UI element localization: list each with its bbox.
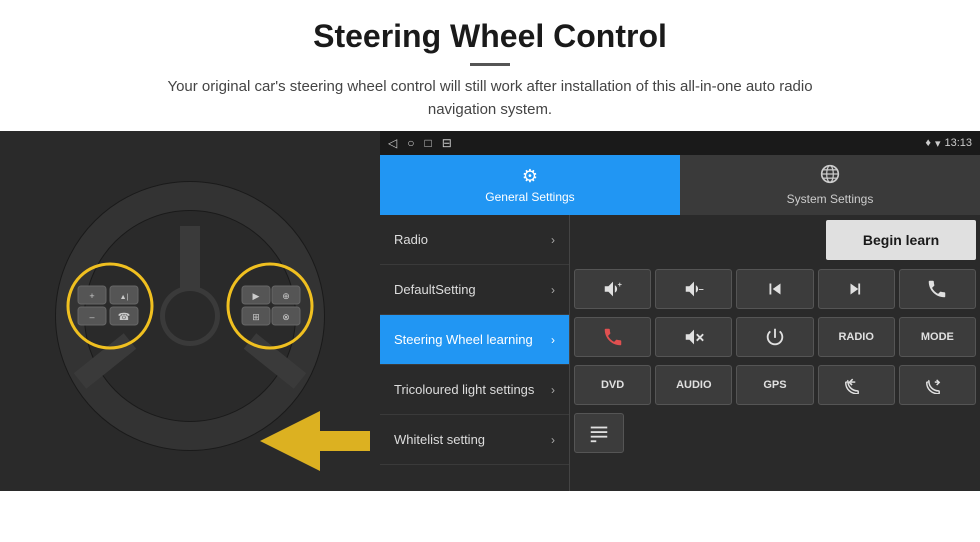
svg-text:+: + bbox=[617, 280, 621, 289]
back-nav-icon[interactable]: ◁ bbox=[388, 136, 397, 150]
chevron-icon: › bbox=[551, 433, 555, 447]
phone-next-button[interactable] bbox=[899, 365, 976, 405]
chevron-icon: › bbox=[551, 383, 555, 397]
list-button[interactable] bbox=[574, 413, 624, 453]
phone-prev-button[interactable] bbox=[818, 365, 895, 405]
menu-item-whitelist[interactable]: Whitelist setting › bbox=[380, 415, 569, 465]
call-end-button[interactable] bbox=[574, 317, 651, 357]
svg-text:⊗: ⊗ bbox=[282, 312, 290, 322]
svg-text:⊕: ⊕ bbox=[282, 291, 290, 301]
svg-text:–: – bbox=[89, 312, 94, 322]
menu-nav-icon[interactable]: ⊟ bbox=[442, 136, 452, 150]
mode-button[interactable]: MODE bbox=[899, 317, 976, 357]
menu-default-label: DefaultSetting bbox=[394, 282, 476, 297]
location-icon: ♦ bbox=[925, 137, 931, 149]
android-unit-panel: ◁ ○ □ ⊟ ♦ ▾ 13:13 ⚙ General Settings bbox=[380, 131, 980, 491]
status-time: 13:13 bbox=[944, 137, 972, 149]
recent-nav-icon[interactable]: □ bbox=[424, 136, 431, 150]
power-button[interactable] bbox=[736, 317, 813, 357]
page-title: Steering Wheel Control bbox=[20, 18, 960, 55]
settings-menu: Radio › DefaultSetting › Steering Wheel … bbox=[380, 215, 570, 491]
controls-row-1: + – bbox=[570, 265, 980, 313]
menu-item-steering[interactable]: Steering Wheel learning › bbox=[380, 315, 569, 365]
title-divider bbox=[470, 63, 510, 66]
next-track-button[interactable] bbox=[818, 269, 895, 309]
phone-button[interactable] bbox=[899, 269, 976, 309]
menu-item-default[interactable]: DefaultSetting › bbox=[380, 265, 569, 315]
steering-wheel-svg: + – ▲| ☎ ▶ ⊞ ⊕ ⊗ bbox=[0, 131, 380, 491]
svg-text:+: + bbox=[89, 291, 94, 301]
gps-button[interactable]: GPS bbox=[736, 365, 813, 405]
tab-general-settings[interactable]: ⚙ General Settings bbox=[380, 155, 680, 215]
svg-text:⊞: ⊞ bbox=[252, 312, 260, 322]
chevron-icon: › bbox=[551, 283, 555, 297]
wifi-icon: ▾ bbox=[935, 137, 941, 150]
tab-system-label: System Settings bbox=[787, 192, 874, 206]
dvd-button[interactable]: DVD bbox=[574, 365, 651, 405]
mute-button[interactable] bbox=[655, 317, 732, 357]
menu-item-radio[interactable]: Radio › bbox=[380, 215, 569, 265]
vol-down-button[interactable]: – bbox=[655, 269, 732, 309]
main-content: + – ▲| ☎ ▶ ⊞ ⊕ ⊗ ◁ ○ bbox=[0, 131, 980, 491]
chevron-icon: › bbox=[551, 333, 555, 347]
controls-row-4 bbox=[570, 409, 980, 457]
svg-text:▶: ▶ bbox=[253, 291, 260, 301]
vol-up-button[interactable]: + bbox=[574, 269, 651, 309]
nav-buttons: ◁ ○ □ ⊟ bbox=[388, 136, 452, 150]
radio-button[interactable]: RADIO bbox=[818, 317, 895, 357]
steering-wheel-image: + – ▲| ☎ ▶ ⊞ ⊕ ⊗ bbox=[0, 131, 380, 491]
tab-system-settings[interactable]: System Settings bbox=[680, 155, 980, 215]
begin-learn-row: Begin learn bbox=[570, 215, 980, 265]
controls-area: Begin learn + – bbox=[570, 215, 980, 491]
chevron-icon: › bbox=[551, 233, 555, 247]
svg-text:☎: ☎ bbox=[118, 312, 130, 323]
svg-text:▲|: ▲| bbox=[120, 294, 129, 301]
begin-learn-button[interactable]: Begin learn bbox=[826, 220, 976, 260]
home-nav-icon[interactable]: ○ bbox=[407, 136, 414, 150]
settings-panel: Radio › DefaultSetting › Steering Wheel … bbox=[380, 215, 980, 491]
menu-radio-label: Radio bbox=[394, 232, 428, 247]
menu-whitelist-label: Whitelist setting bbox=[394, 432, 485, 447]
page-subtitle: Your original car's steering wheel contr… bbox=[140, 76, 840, 121]
top-tabs: ⚙ General Settings System Settings bbox=[380, 155, 980, 215]
tab-general-label: General Settings bbox=[485, 190, 574, 204]
menu-item-tricolour[interactable]: Tricoloured light settings › bbox=[380, 365, 569, 415]
status-indicators: ♦ ▾ 13:13 bbox=[925, 137, 972, 150]
controls-row-2: RADIO MODE bbox=[570, 313, 980, 361]
controls-row-3: DVD AUDIO GPS bbox=[570, 361, 980, 409]
prev-track-button[interactable] bbox=[736, 269, 813, 309]
page-header: Steering Wheel Control Your original car… bbox=[0, 0, 980, 131]
general-settings-icon: ⚙ bbox=[522, 166, 538, 187]
menu-tricolour-label: Tricoloured light settings bbox=[394, 382, 534, 397]
system-settings-icon bbox=[820, 164, 840, 189]
svg-text:–: – bbox=[698, 284, 703, 294]
menu-steering-label: Steering Wheel learning bbox=[394, 332, 533, 347]
audio-button[interactable]: AUDIO bbox=[655, 365, 732, 405]
status-bar: ◁ ○ □ ⊟ ♦ ▾ 13:13 bbox=[380, 131, 980, 155]
